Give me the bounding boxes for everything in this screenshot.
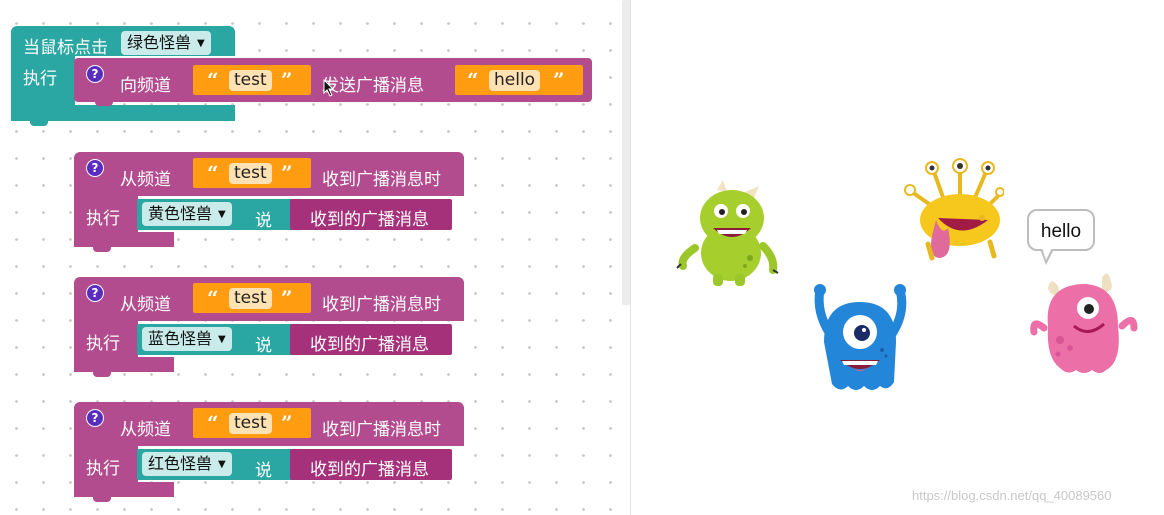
channel-input[interactable]: test [229,288,272,309]
sprite-dropdown-value: 绿色怪兽 [127,33,192,52]
from-channel-label: 从频道 [120,170,171,190]
on-received-label: 收到广播消息时 [322,170,441,190]
send-broadcast-label: 发送广播消息 [322,76,424,96]
code-workspace[interactable]: 当鼠标点击 绿色怪兽 ▼ 执行 ? 向频道 “ test ” 发送广播消息 “ h… [0,0,630,515]
say-label: 说 [255,336,272,356]
close-quote-icon: ” [553,68,565,92]
received-message-label: 收到的广播消息 [310,460,429,480]
help-icon[interactable]: ? [86,65,104,83]
on-received-label: 收到广播消息时 [322,295,441,315]
speech-bubble-tail-inner [1042,248,1052,260]
workspace-scrollbar[interactable] [622,0,630,305]
sprite-dropdown-value: 红色怪兽 [148,454,213,473]
do-label: 执行 [86,334,120,354]
open-quote-icon: “ [467,68,479,92]
channel-input[interactable]: test [229,70,272,91]
close-quote-icon: ” [281,411,293,435]
message-text-block[interactable]: “ hello ” [455,65,583,95]
do-label: 执行 [86,459,120,479]
say-label: 说 [255,461,272,481]
mouse-cursor-icon [323,79,335,97]
pink-monster-icon[interactable] [1030,266,1138,380]
close-quote-icon: ” [281,286,293,310]
say-label: 说 [255,211,272,231]
close-quote-icon: ” [281,68,293,92]
green-monster-icon[interactable] [675,178,780,290]
sprite-dropdown-value: 蓝色怪兽 [148,329,213,348]
broadcast-to-label: 向频道 [120,76,171,96]
chevron-down-icon: ▼ [218,459,226,470]
help-icon[interactable]: ? [86,284,104,302]
from-channel-label: 从频道 [120,295,171,315]
open-quote-icon: “ [207,286,219,310]
sprite-dropdown[interactable]: 绿色怪兽 ▼ [121,31,211,55]
on-received-label: 收到广播消息时 [322,420,441,440]
channel-text-block[interactable]: “ test ” [193,408,311,438]
chevron-down-icon: ▼ [218,334,226,345]
watermark: https://blog.csdn.net/qq_40089560 [912,488,1112,503]
channel-text-block[interactable]: “ test ” [193,283,311,313]
sprite-dropdown[interactable]: 蓝色怪兽 ▼ [142,327,232,351]
help-icon[interactable]: ? [86,159,104,177]
yellow-monster-icon[interactable] [902,158,1004,264]
help-icon[interactable]: ? [86,409,104,427]
channel-input[interactable]: test [229,413,272,434]
channel-text-block[interactable]: “ test ” [193,65,311,95]
close-quote-icon: ” [281,161,293,185]
open-quote-icon: “ [207,411,219,435]
received-message-label: 收到的广播消息 [310,335,429,355]
blue-monster-icon[interactable] [808,282,912,397]
sprite-dropdown[interactable]: 黄色怪兽 ▼ [142,202,232,226]
open-quote-icon: “ [207,68,219,92]
do-label: 执行 [23,69,57,89]
from-channel-label: 从频道 [120,420,171,440]
sprite-dropdown-value: 黄色怪兽 [148,204,213,223]
channel-input[interactable]: test [229,163,272,184]
received-message-label: 收到的广播消息 [310,210,429,230]
when-clicked-label: 当鼠标点击 [23,38,108,58]
message-input[interactable]: hello [489,70,541,91]
open-quote-icon: “ [207,161,219,185]
do-label: 执行 [86,209,120,229]
speech-bubble: hello [1027,209,1095,251]
chevron-down-icon: ▼ [218,209,226,220]
sprite-dropdown[interactable]: 红色怪兽 ▼ [142,452,232,476]
channel-text-block[interactable]: “ test ” [193,158,311,188]
chevron-down-icon: ▼ [197,38,205,49]
